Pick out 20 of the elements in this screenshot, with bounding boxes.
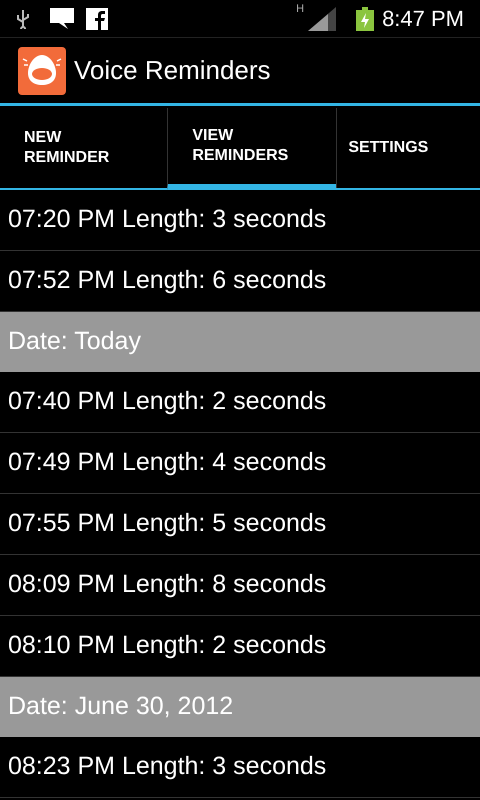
reminder-item[interactable]: 07:40 PM Length: 2 seconds xyxy=(0,372,480,433)
date-header: Date: June 30, 2012 xyxy=(0,677,480,737)
app-title: Voice Reminders xyxy=(74,54,271,87)
network-type: H xyxy=(296,4,304,15)
app-logo-icon xyxy=(18,46,66,94)
clock: 8:47 PM xyxy=(382,5,464,33)
chat-icon xyxy=(50,8,74,30)
date-header: Date: Today xyxy=(0,312,480,372)
reminder-item[interactable]: 07:20 PM Length: 3 seconds xyxy=(0,190,480,251)
signal-icon xyxy=(308,6,336,30)
facebook-icon xyxy=(86,8,108,30)
battery-icon xyxy=(356,6,374,30)
tab[interactable]: SETTINGS xyxy=(336,108,480,188)
reminder-item[interactable]: 08:09 PM Length: 8 seconds xyxy=(0,555,480,616)
usb-icon xyxy=(16,8,30,28)
reminder-item[interactable]: 07:49 PM Length: 4 seconds xyxy=(0,433,480,494)
reminder-item[interactable]: 07:55 PM Length: 5 seconds xyxy=(0,494,480,555)
tab[interactable]: NEW REMINDER xyxy=(0,108,168,188)
tab[interactable]: VIEW REMINDERS xyxy=(167,108,336,190)
reminder-item[interactable]: 08:23 PM Length: 3 seconds xyxy=(0,737,480,798)
